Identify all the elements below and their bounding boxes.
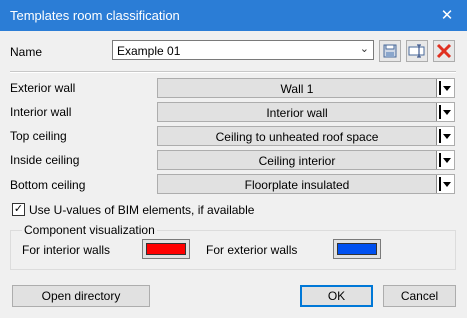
save-icon: [383, 44, 397, 58]
interior-wall-select[interactable]: Interior wall: [157, 102, 455, 122]
open-directory-button[interactable]: Open directory: [12, 285, 150, 307]
inside-ceiling-label: Inside ceiling: [10, 153, 80, 167]
exterior-wall-label: Exterior wall: [10, 81, 76, 95]
top-ceiling-label: Top ceiling: [10, 129, 67, 143]
exterior-walls-label: For exterior walls: [206, 243, 298, 257]
window-title: Templates room classification: [10, 8, 180, 23]
cancel-button[interactable]: Cancel: [383, 285, 456, 307]
dropdown-arrow-icon[interactable]: [436, 103, 454, 121]
dropdown-arrow-icon[interactable]: [436, 127, 454, 145]
rename-button[interactable]: [406, 40, 428, 62]
bottom-ceiling-label: Bottom ceiling: [10, 178, 86, 192]
close-icon[interactable]: ✕: [427, 0, 467, 31]
name-value: Example 01: [117, 44, 181, 58]
chevron-down-icon[interactable]: ⌄: [360, 42, 369, 55]
interior-color-button[interactable]: [142, 239, 190, 259]
exterior-color-button[interactable]: [333, 239, 381, 259]
top-ceiling-value: Ceiling to unheated roof space: [215, 130, 379, 144]
name-label: Name: [10, 45, 43, 59]
exterior-wall-value: Wall 1: [280, 82, 314, 96]
bottom-ceiling-value: Floorplate insulated: [244, 178, 350, 192]
delete-button[interactable]: [433, 40, 455, 62]
rename-icon: [408, 44, 425, 58]
interior-color-swatch: [146, 243, 186, 255]
title-bar: Templates room classification ✕: [0, 0, 467, 31]
dropdown-arrow-icon[interactable]: [436, 151, 454, 169]
bottom-ceiling-select[interactable]: Floorplate insulated: [157, 174, 455, 194]
interior-wall-label: Interior wall: [10, 105, 72, 119]
interior-walls-label: For interior walls: [22, 243, 111, 257]
exterior-wall-select[interactable]: Wall 1: [157, 78, 455, 98]
dropdown-arrow-icon[interactable]: [436, 175, 454, 193]
ok-button[interactable]: OK: [300, 285, 373, 307]
inside-ceiling-value: Ceiling interior: [258, 154, 336, 168]
name-combo[interactable]: Example 01 ⌄: [112, 40, 374, 60]
u-values-checkbox[interactable]: ✓: [12, 203, 25, 216]
u-values-label: Use U-values of BIM elements, if availab…: [29, 203, 255, 217]
separator: [10, 71, 456, 73]
delete-icon: [436, 43, 452, 59]
dropdown-arrow-icon[interactable]: [436, 79, 454, 97]
save-button[interactable]: [379, 40, 401, 62]
inside-ceiling-select[interactable]: Ceiling interior: [157, 150, 455, 170]
interior-wall-value: Interior wall: [266, 106, 328, 120]
exterior-color-swatch: [337, 243, 377, 255]
top-ceiling-select[interactable]: Ceiling to unheated roof space: [157, 126, 455, 146]
component-visualization-title: Component visualization: [22, 223, 157, 237]
